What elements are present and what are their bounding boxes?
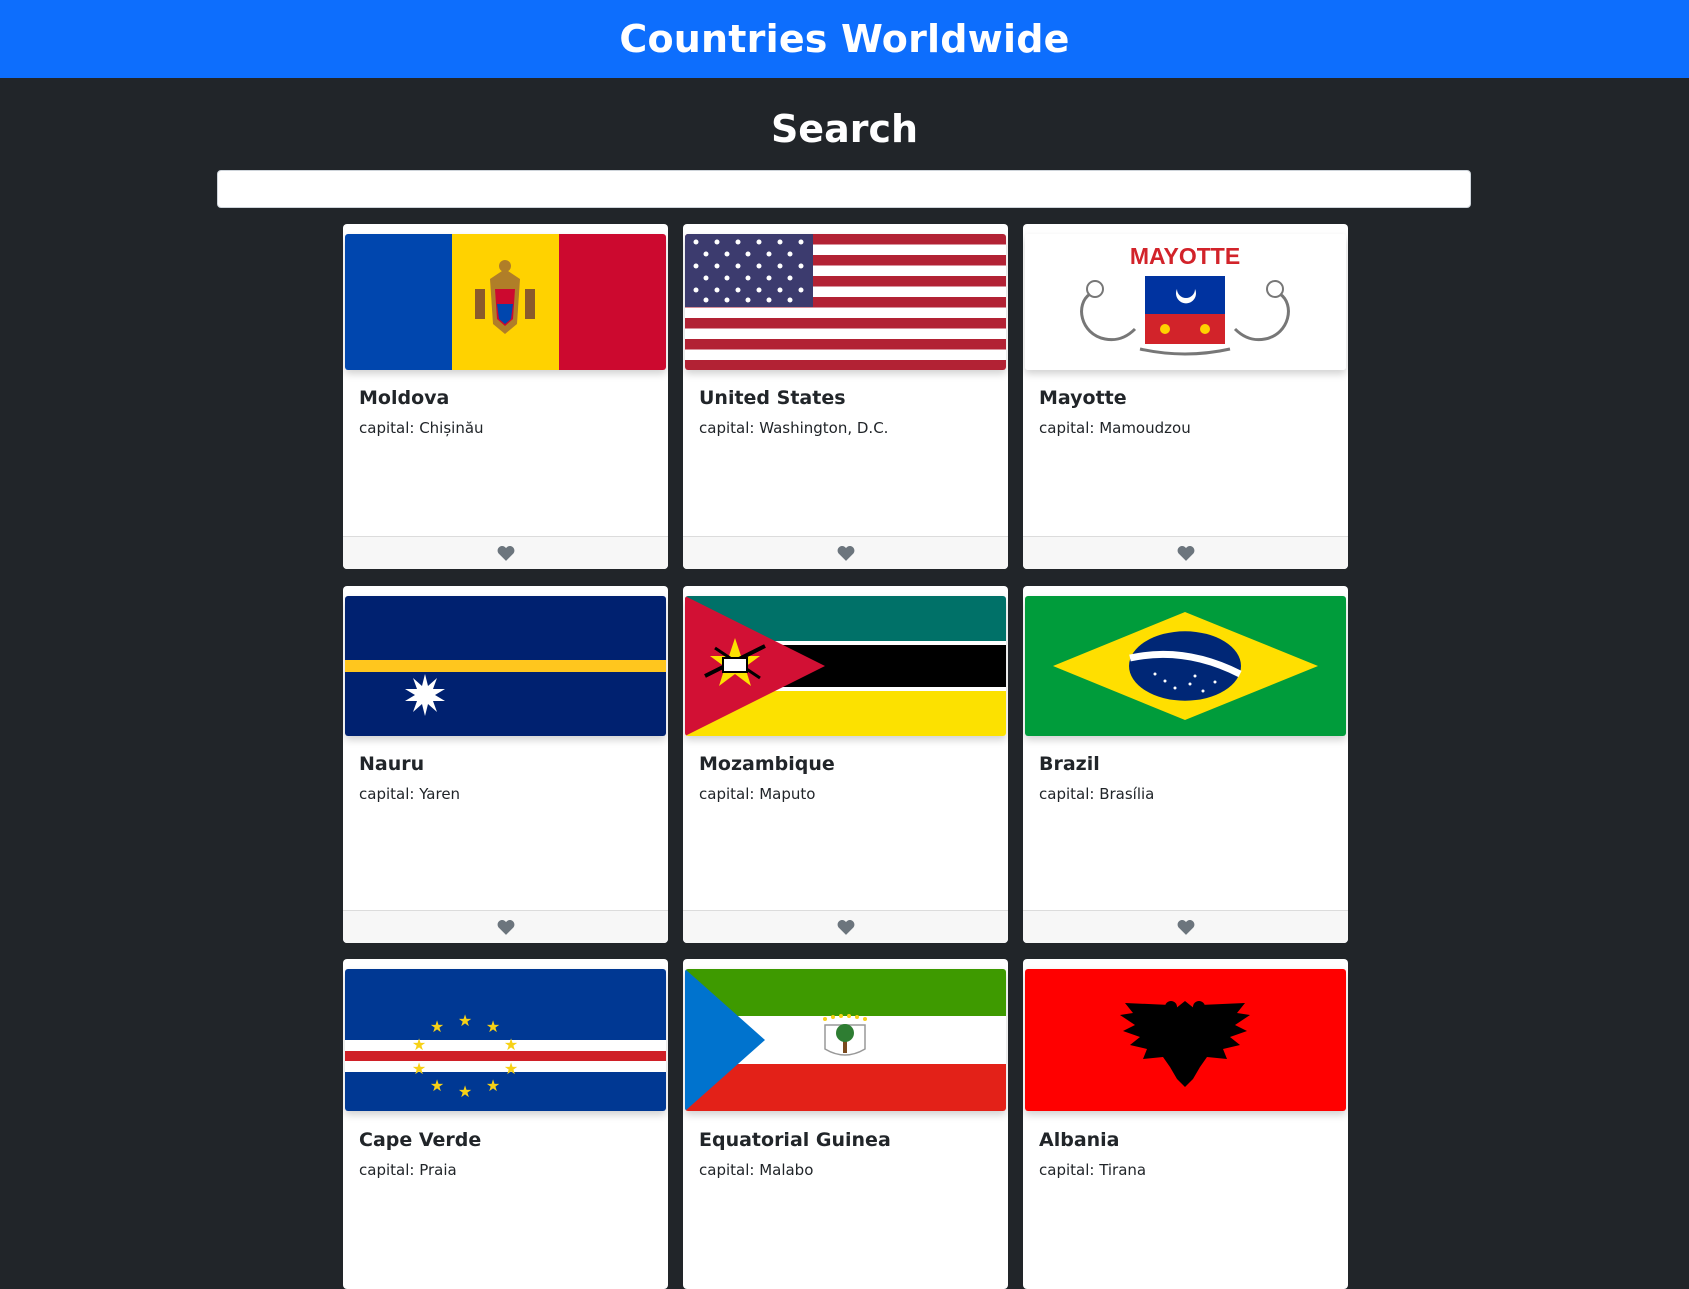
svg-text:★: ★ [486, 1017, 500, 1036]
flag-united-states [685, 234, 1006, 370]
favorite-button[interactable] [683, 536, 1008, 569]
svg-text:★: ★ [458, 1011, 472, 1030]
flag-moldova [345, 234, 666, 370]
app-title: Countries Worldwide [619, 17, 1070, 61]
country-card-albania: Albania capital: Tirana [1023, 959, 1348, 1289]
svg-text:★: ★ [504, 1035, 518, 1054]
card-body: United States capital: Washington, D.C. [699, 387, 992, 437]
country-card-nauru: Nauru capital: Yaren [343, 586, 668, 943]
heart-icon [1177, 920, 1194, 935]
country-capital: capital: Yaren [359, 785, 461, 803]
favorite-button[interactable] [1023, 910, 1348, 943]
favorite-button[interactable] [343, 910, 668, 943]
country-card-brazil: Brazil capital: Brasília [1023, 586, 1348, 943]
country-capital: capital: Maputo [699, 785, 816, 803]
card-body: Mozambique capital: Maputo [699, 753, 992, 803]
card-body: Nauru capital: Yaren [359, 753, 652, 803]
svg-text:★: ★ [486, 1076, 500, 1095]
heart-icon [1177, 546, 1194, 561]
heart-icon [497, 920, 514, 935]
country-name: Equatorial Guinea [699, 1129, 891, 1151]
search-heading: Search [770, 107, 919, 151]
flag-albania [1025, 969, 1346, 1111]
heart-icon [497, 546, 514, 561]
country-name: Cape Verde [359, 1129, 482, 1151]
country-capital: capital: Mamoudzou [1039, 419, 1191, 437]
flag-cape-verde: ★ ★ ★ ★ ★ ★ ★ ★ ★ ★ [345, 969, 666, 1111]
card-body: Cape Verde capital: Praia [359, 1129, 652, 1179]
country-name: United States [699, 387, 846, 409]
card-body: Albania capital: Tirana [1039, 1129, 1332, 1179]
svg-text:★: ★ [504, 1059, 518, 1078]
country-name: Moldova [359, 387, 450, 409]
search-container [0, 170, 1689, 208]
favorite-button[interactable] [1023, 536, 1348, 569]
svg-text:★: ★ [430, 1017, 444, 1036]
flag-brazil [1025, 596, 1346, 736]
country-name: Mayotte [1039, 387, 1127, 409]
country-name: Nauru [359, 753, 425, 775]
country-name: Mozambique [699, 753, 835, 775]
country-name: Brazil [1039, 753, 1100, 775]
country-capital: capital: Praia [359, 1161, 457, 1179]
country-capital: capital: Washington, D.C. [699, 419, 889, 437]
flag-equatorial-guinea [685, 969, 1006, 1111]
country-capital: capital: Tirana [1039, 1161, 1147, 1179]
card-body: Mayotte capital: Mamoudzou [1039, 387, 1332, 437]
search-input[interactable] [217, 170, 1471, 208]
svg-text:★: ★ [458, 1082, 472, 1101]
card-body: Moldova capital: Chișinău [359, 387, 652, 437]
heart-icon [837, 546, 854, 561]
card-body: Brazil capital: Brasília [1039, 753, 1332, 803]
svg-text:★: ★ [430, 1076, 444, 1095]
country-capital: capital: Brasília [1039, 785, 1155, 803]
country-card-mozambique: Mozambique capital: Maputo [683, 586, 1008, 943]
flag-mayotte: MAYOTTE [1025, 234, 1346, 370]
flag-mayotte-text: MAYOTTE [1130, 243, 1240, 269]
country-name: Albania [1039, 1129, 1120, 1151]
country-capital: capital: Chișinău [359, 419, 484, 437]
flag-mozambique [685, 596, 1006, 736]
heart-icon [837, 920, 854, 935]
card-body: Equatorial Guinea capital: Malabo [699, 1129, 992, 1179]
svg-text:★: ★ [412, 1059, 426, 1078]
country-card-united-states: United States capital: Washington, D.C. [683, 224, 1008, 569]
country-card-cape-verde: ★ ★ ★ ★ ★ ★ ★ ★ ★ ★ Cape Verde capital: Praia [343, 959, 668, 1289]
favorite-button[interactable] [683, 910, 1008, 943]
country-card-moldova: Moldova capital: Chișinău [343, 224, 668, 569]
flag-nauru [345, 596, 666, 736]
country-card-mayotte: MAYOTTE Mayotte capital: Mamoudzou [1023, 224, 1348, 569]
country-card-equatorial-guinea: Equatorial Guinea capital: Malabo [683, 959, 1008, 1289]
svg-text:★: ★ [412, 1035, 426, 1054]
country-capital: capital: Malabo [699, 1161, 814, 1179]
favorite-button[interactable] [343, 536, 668, 569]
navbar: Countries Worldwide [0, 0, 1689, 78]
